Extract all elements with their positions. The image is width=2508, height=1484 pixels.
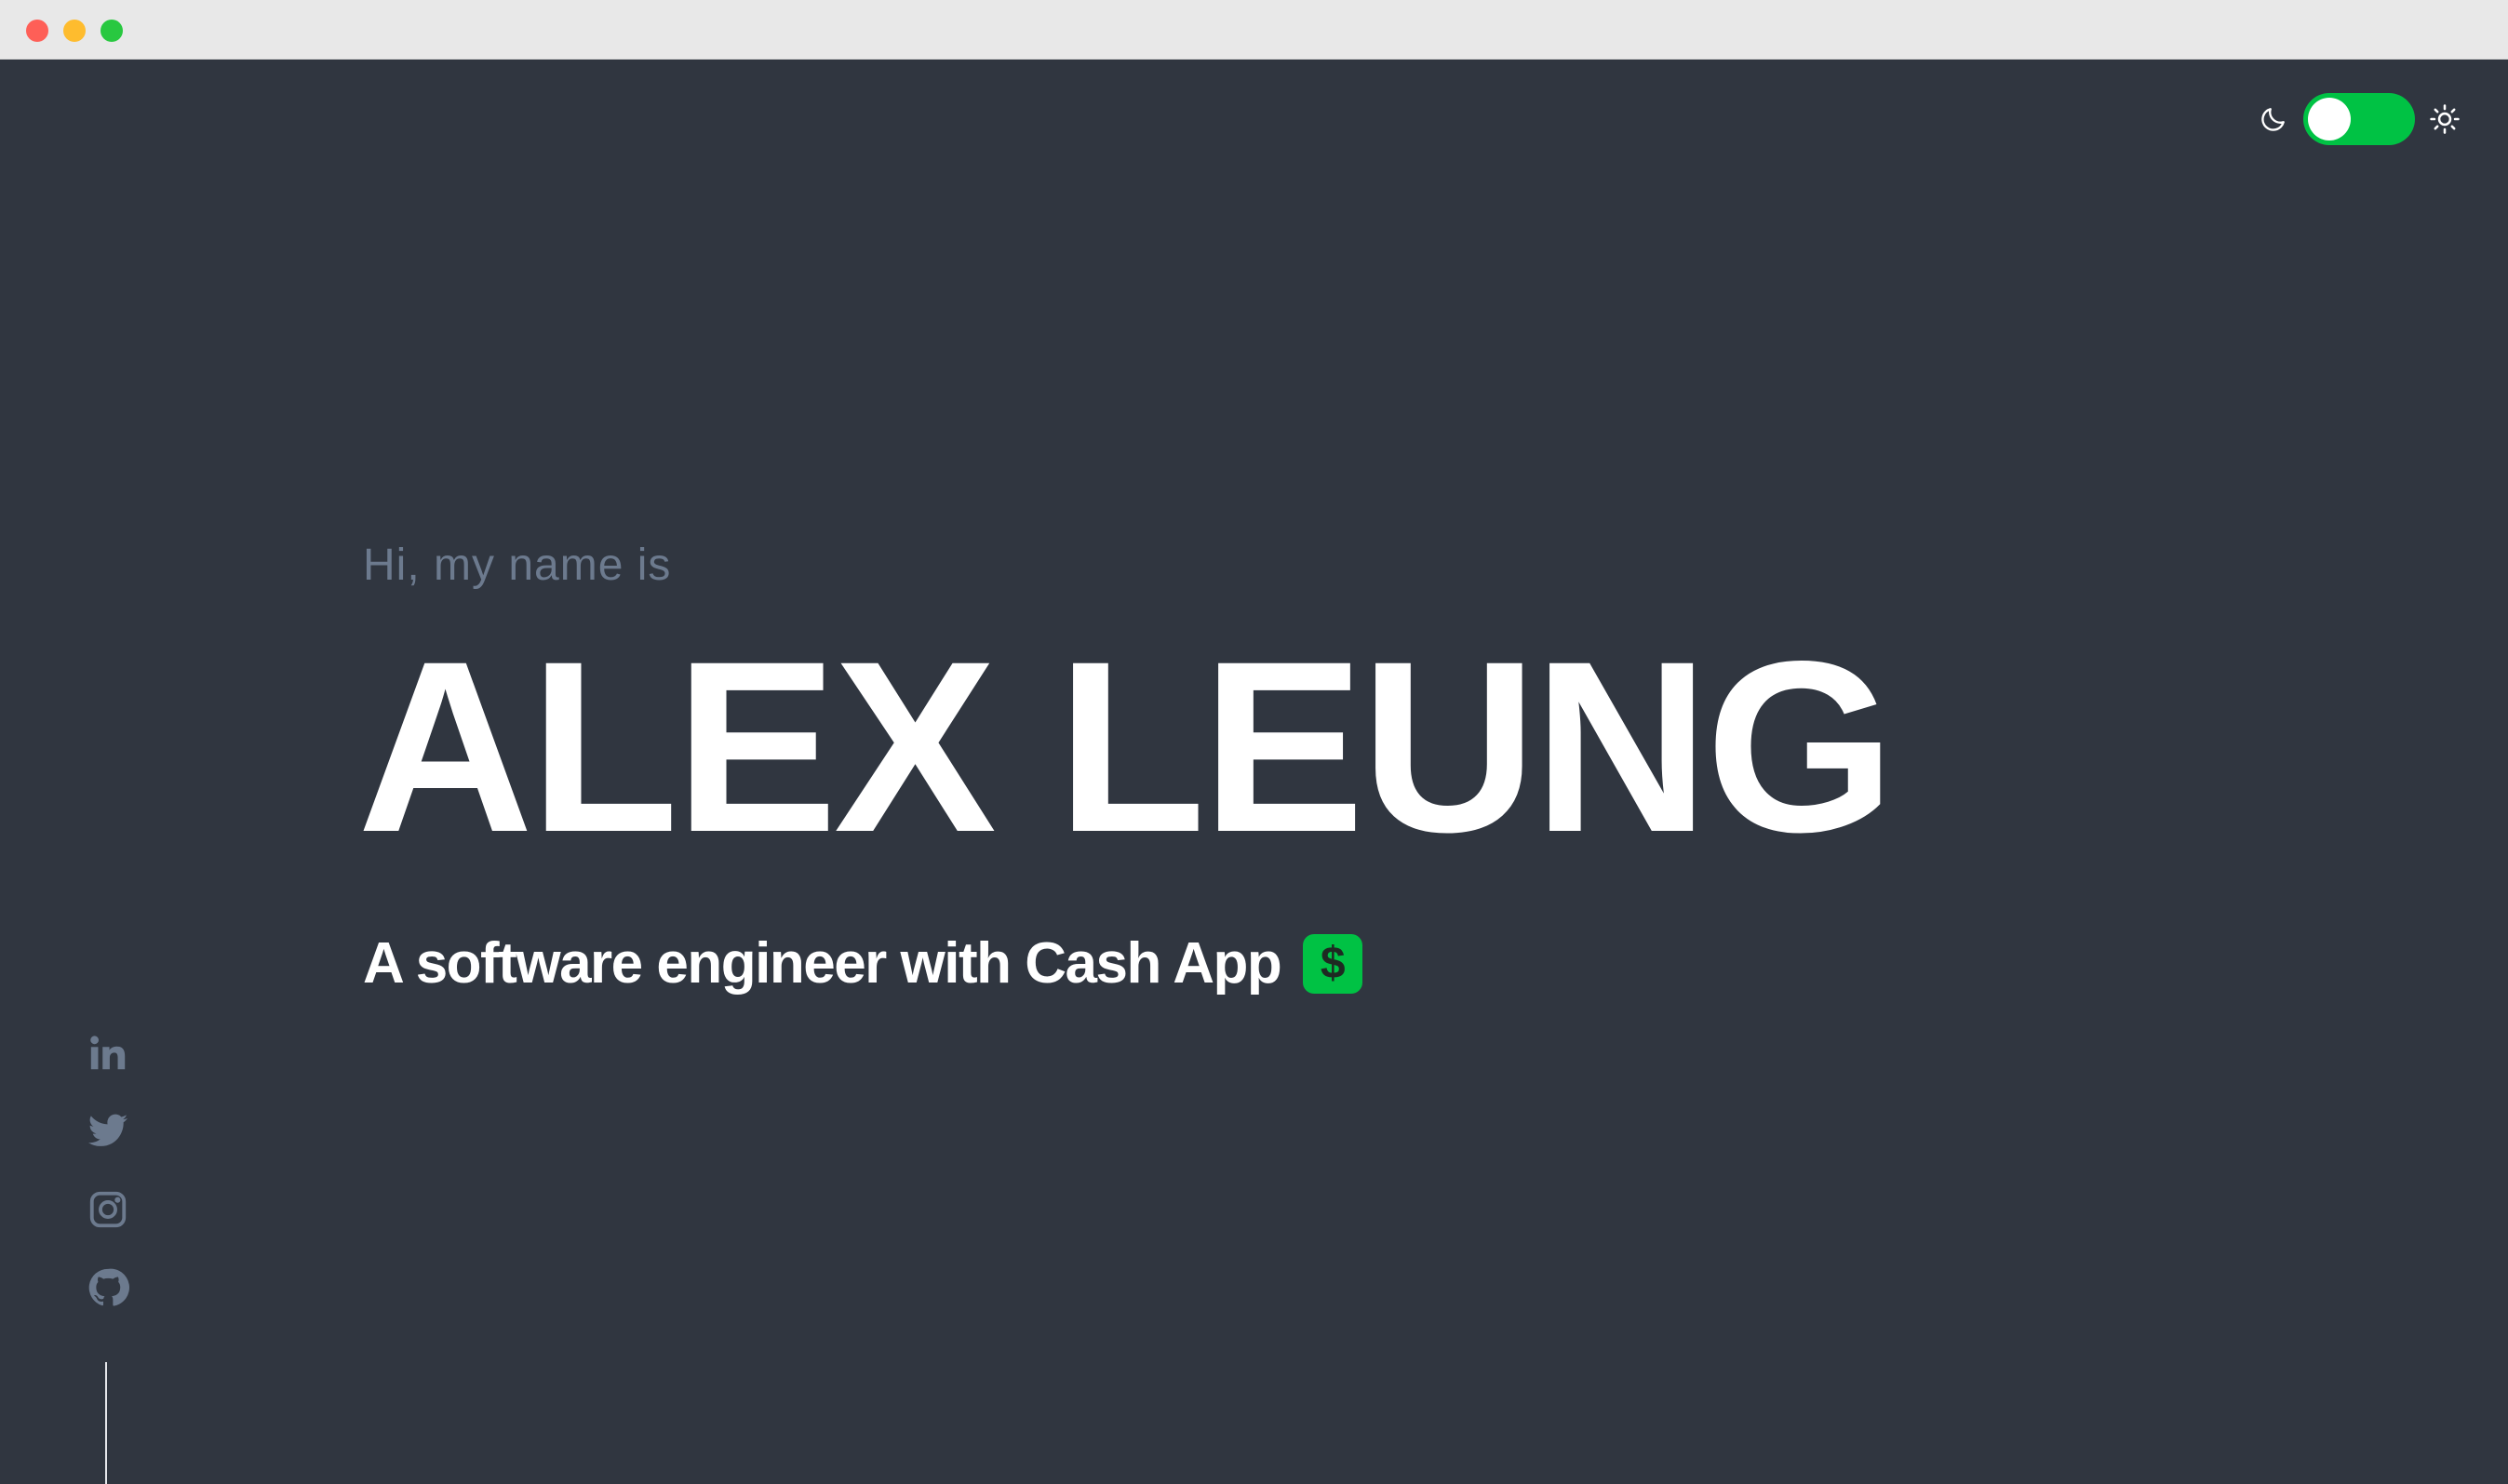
tagline-text: A software engineer with Cash App [363, 931, 1282, 996]
cash-app-logo-icon: $ [1303, 934, 1363, 994]
close-window-button[interactable] [26, 20, 48, 42]
theme-toggle [2257, 93, 2461, 145]
twitter-icon [87, 1114, 128, 1146]
portfolio-page: Hi, my name is ALEX LEUNG A software eng… [0, 60, 2508, 1484]
social-links [82, 1032, 134, 1309]
hero-section: Hi, my name is ALEX LEUNG A software eng… [357, 541, 2224, 994]
sun-icon [2428, 102, 2461, 136]
github-icon [88, 1268, 129, 1306]
instagram-link[interactable] [87, 1188, 129, 1231]
social-divider-line [105, 1362, 107, 1484]
minimize-window-button[interactable] [63, 20, 86, 42]
greeting-text: Hi, my name is [363, 541, 672, 590]
github-link[interactable] [87, 1266, 129, 1309]
dark-mode-switch[interactable] [2303, 93, 2415, 145]
hero-name: ALEX LEUNG [357, 610, 1896, 883]
instagram-icon [89, 1191, 127, 1228]
tagline: A software engineer with Cash App $ [363, 934, 2224, 994]
browser-window: Hi, my name is ALEX LEUNG A software eng… [0, 0, 2508, 1484]
linkedin-icon [90, 1036, 126, 1070]
twitter-link[interactable] [87, 1110, 129, 1153]
maximize-window-button[interactable] [101, 20, 123, 42]
moon-icon [2257, 102, 2290, 136]
switch-knob [2308, 98, 2351, 140]
linkedin-link[interactable] [87, 1032, 129, 1075]
window-titlebar [0, 0, 2508, 60]
